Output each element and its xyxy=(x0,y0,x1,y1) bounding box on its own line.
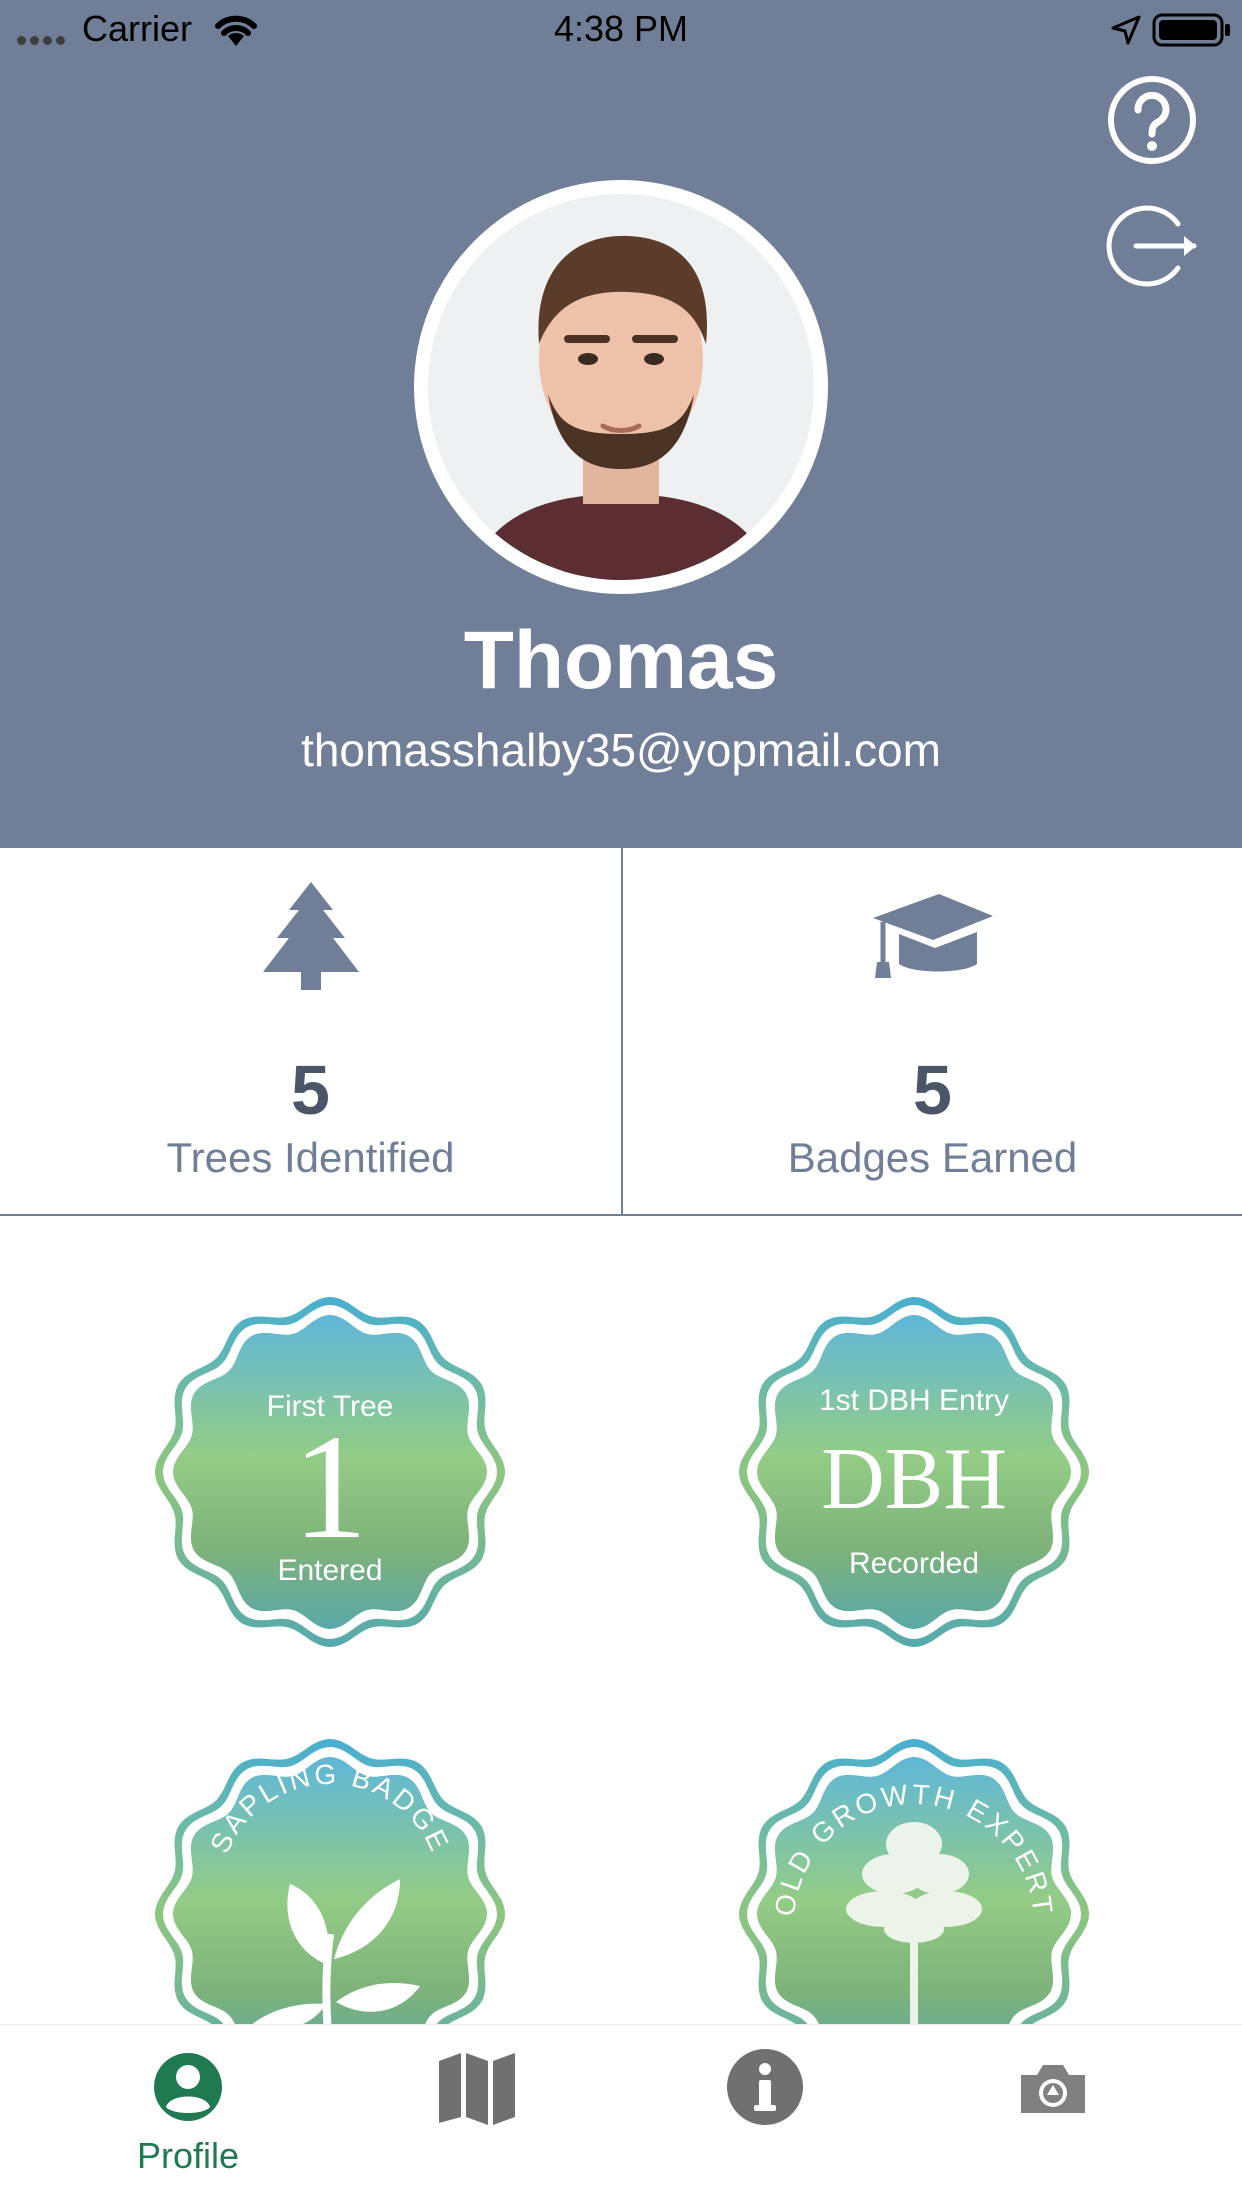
status-time: 4:38 PM xyxy=(553,8,689,49)
badge-sapling[interactable]: SAPLING BADGE xyxy=(150,1734,510,2024)
profile-name: Thomas xyxy=(463,615,779,706)
badge-bottom-text: Entered xyxy=(277,1554,383,1587)
map-icon xyxy=(439,2053,515,2125)
stats-panel: 5 Trees Identified 5 Badges Earned xyxy=(0,848,1242,1216)
tab-info[interactable] xyxy=(610,2025,920,2208)
badge-old-growth[interactable]: OLD GROWTH EXPERT xyxy=(734,1734,1094,2024)
stat-label: Badges Earned xyxy=(787,1134,1078,1181)
badge-mid-text: DBH xyxy=(821,1431,1007,1528)
badge-scallop-shape: SAPLING BADGE xyxy=(155,1739,505,2024)
tab-profile[interactable]: Profile xyxy=(33,2025,343,2208)
stat-label: Trees Identified xyxy=(166,1134,455,1181)
battery-icon xyxy=(1152,13,1230,47)
avatar[interactable] xyxy=(414,180,828,594)
stat-badges-earned[interactable]: 5 Badges Earned xyxy=(621,848,1242,1214)
tab-camera[interactable] xyxy=(898,2025,1208,2208)
profile-email: thomasshalby35@yopmail.com xyxy=(301,724,941,776)
location-arrow-icon xyxy=(1111,15,1141,45)
graduation-cap-icon xyxy=(872,894,993,978)
badge-dbh-entry[interactable]: 1st DBH Entry DBH Recorded xyxy=(734,1292,1094,1652)
tree-icon xyxy=(262,882,359,990)
help-icon[interactable] xyxy=(1106,74,1198,166)
badge-bottom-text: Recorded xyxy=(848,1547,980,1580)
stat-trees-identified[interactable]: 5 Trees Identified xyxy=(0,848,621,1214)
tab-label: Profile xyxy=(136,2135,240,2176)
profile-header: Carrier 4:38 PM Thomas thomasshalby35@yo… xyxy=(0,0,1242,848)
badge-top-text: 1st DBH Entry xyxy=(818,1384,1010,1417)
tab-map[interactable] xyxy=(322,2025,632,2208)
badge-first-tree[interactable]: First Tree 1 Entered xyxy=(150,1292,510,1652)
badge-scallop-shape: OLD GROWTH EXPERT xyxy=(739,1739,1089,2024)
profile-icon xyxy=(154,2053,222,2121)
badge-mid-text: 1 xyxy=(292,1404,368,1570)
logout-icon[interactable] xyxy=(1106,200,1202,292)
stat-value: 5 xyxy=(291,1051,330,1129)
stat-value: 5 xyxy=(913,1051,952,1129)
badges-grid: First Tree 1 Entered 1st DBH Entry DBH R… xyxy=(0,1216,1242,2024)
status-bar: Carrier 4:38 PM xyxy=(0,0,1242,60)
info-icon xyxy=(727,2049,803,2125)
avatar-photo xyxy=(428,194,814,580)
tab-bar: Profile xyxy=(0,2024,1242,2208)
camera-icon xyxy=(1021,2065,1085,2113)
